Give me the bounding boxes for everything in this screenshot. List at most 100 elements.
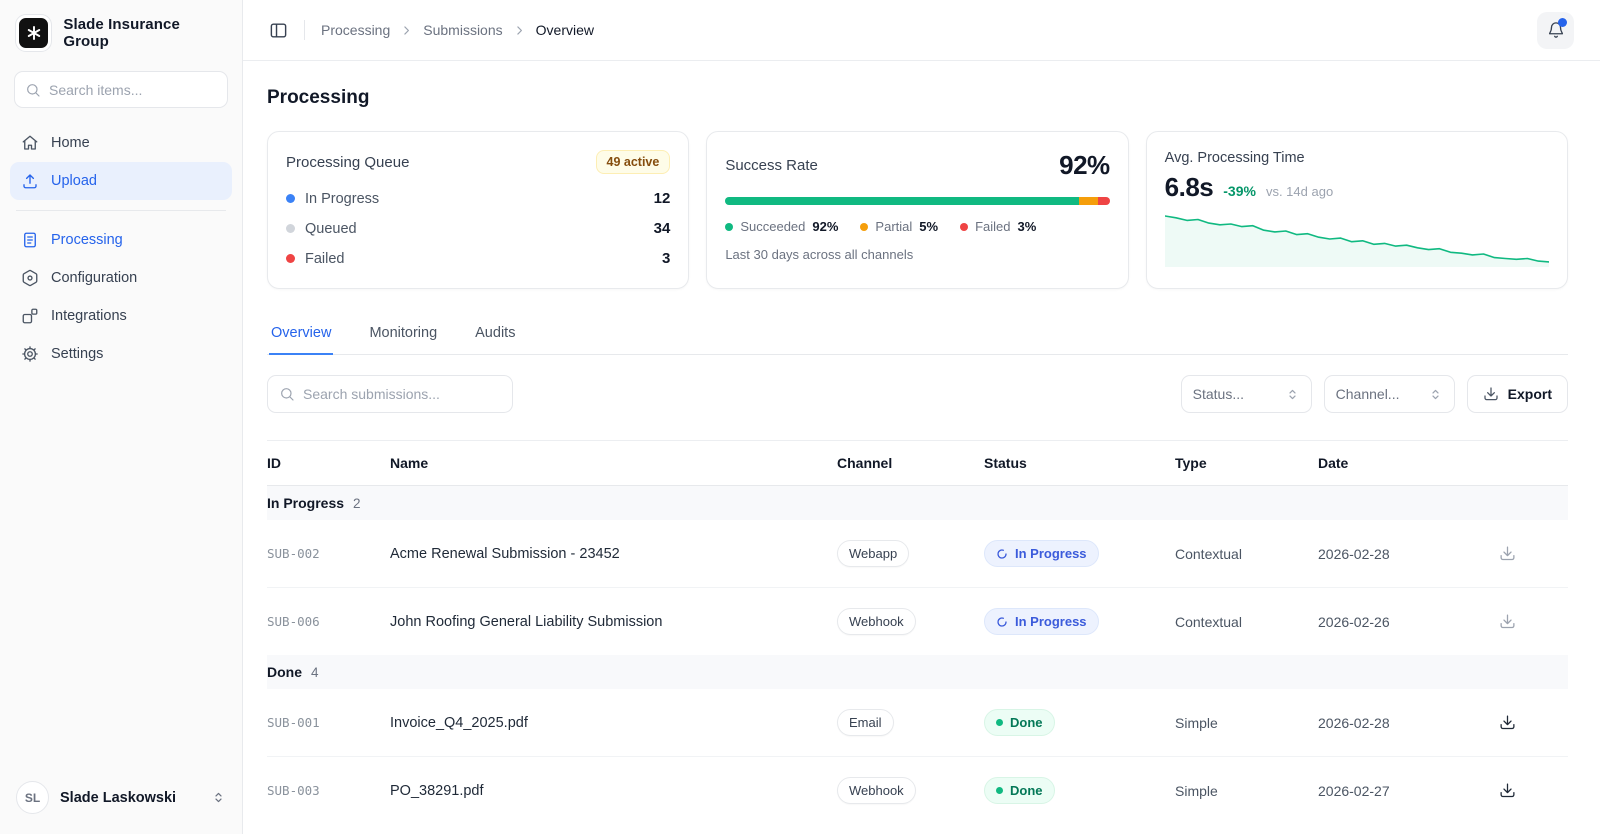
tab-audits[interactable]: Audits [473,319,517,355]
col-id: ID [267,455,281,471]
status-dot [286,224,295,233]
cell-type: Simple [1175,782,1218,799]
sidebar-item-label: Home [51,135,90,151]
cell-status: In Progress [984,520,1175,587]
table-row[interactable]: SUB-001 Invoice_Q4_2025.pdf Email Done Simpl… [267,689,1568,756]
queue-label: Queued [305,220,357,237]
group-label: In Progress [267,495,345,511]
submissions-table: ID Name Channel Status Type Date In Prog… [267,440,1568,824]
cell-type: Contextual [1175,545,1242,562]
sidebar-item-processing[interactable]: Processing [10,221,232,259]
spinner-icon [996,548,1008,560]
status-badge: Done [984,709,1055,736]
queue-label: Failed [305,250,345,267]
legend-label: Partial [875,219,913,234]
table-row[interactable]: SUB-002 Acme Renewal Submission - 23452 We… [267,520,1568,587]
download-icon [1484,387,1498,401]
sidebar-search[interactable] [14,71,228,108]
tab-overview[interactable]: Overview [269,319,334,355]
active-count-badge: 49 active [595,150,671,174]
download-icon[interactable] [1495,545,1519,562]
legend-label: Failed [975,219,1011,234]
chevrons-up-down-icon [1285,387,1300,402]
sidebar-item-label: Processing [51,232,123,248]
user-name: Slade Laskowski [60,789,177,806]
status-dot [286,254,295,263]
cell-type: Contextual [1175,613,1242,630]
topbar: Processing Submissions Overview [243,0,1600,61]
success-rate-value: 92% [1059,150,1110,180]
channel-filter-value: Channel... [1335,386,1400,402]
group-count: 4 [311,664,319,680]
queue-row-failed: Failed 3 [286,250,670,267]
notifications-button[interactable] [1537,11,1574,49]
legend-item-partial: Partial 5% [860,219,938,234]
group-header-in-progress: In Progress 2 [267,486,1568,520]
cell-id: SUB-001 [267,715,320,730]
download-icon[interactable] [1495,782,1519,799]
search-icon [27,83,40,97]
avg-time-card: Avg. Processing Time 6.8s -39% vs. 14d a… [1145,131,1568,289]
sidebar-search-input[interactable] [49,81,217,98]
brand: Slade Insurance Group [0,0,242,63]
main-area: Processing Submissions Overview Processing… [243,0,1600,834]
cell-name: John Roofing General Liability Submissio… [390,613,663,630]
breadcrumb: Processing Submissions Overview [321,22,594,38]
submissions-search-input[interactable] [303,386,501,402]
channel-filter-select[interactable]: Channel... [1323,375,1455,413]
export-button[interactable]: Export [1466,375,1568,413]
group-header-done: Done 4 [267,655,1568,689]
legend-value: 3% [1017,219,1037,234]
avg-time-title: Avg. Processing Time [1164,150,1305,166]
sidebar-item-integrations[interactable]: Integrations [10,297,232,335]
avg-time-delta: -39% [1223,183,1256,199]
stat-cards: Processing Queue 49 active In Progress 12… [267,131,1568,289]
cell-status: Done [984,689,1175,756]
page-title: Processing [267,87,370,108]
breadcrumb-processing[interactable]: Processing [321,22,390,38]
cell-channel: Email [837,689,984,756]
cell-date: 2026-02-26 [1318,613,1390,630]
queue-card-title: Processing Queue [286,153,410,171]
user-menu[interactable]: SL Slade Laskowski [0,765,242,834]
sidebar-toggle-icon[interactable] [269,21,288,40]
breadcrumb-overview: Overview [535,22,594,38]
status-filter-select[interactable]: Status... [1180,375,1312,413]
queue-row-in-progress: In Progress 12 [286,190,670,207]
queue-value: 34 [653,220,671,237]
group-label: Done [267,664,302,680]
cell-name: Acme Renewal Submission - 23452 [390,545,620,562]
download-icon[interactable] [1495,613,1519,630]
cell-date: 2026-02-28 [1318,545,1390,562]
sidebar-item-label: Integrations [51,308,127,324]
cell-id: SUB-003 [267,783,320,798]
sidebar-item-home[interactable]: Home [10,124,232,162]
queue-row-queued: Queued 34 [286,220,670,237]
sidebar-item-upload[interactable]: Upload [10,162,232,200]
status-badge: Done [984,777,1055,804]
table-header-row: ID Name Channel Status Type Date [267,441,1568,486]
table-row[interactable]: SUB-006 John Roofing General Liability Su… [267,587,1568,655]
queue-value: 12 [653,190,671,207]
success-rate-card: Success Rate 92% Succeeded 92% Partial 5% Fa… [706,131,1129,289]
sidebar-item-settings[interactable]: Settings [10,335,232,373]
group-count: 2 [353,495,361,511]
channel-badge: Webapp [837,540,910,567]
table-row[interactable]: SUB-003 PO_38291.pdf Webhook Done Simple 2026… [267,756,1568,824]
cell-channel: Webhook [837,757,984,824]
cell-channel: Webhook [837,588,984,655]
sidebar-item-configuration[interactable]: Configuration [10,259,232,297]
cell-channel: Webapp [837,520,984,587]
topbar-divider [304,20,305,40]
sidebar-divider [16,210,226,211]
file-text-icon [21,231,39,249]
legend-dot [960,222,969,231]
submissions-search[interactable] [267,375,513,413]
download-icon[interactable] [1495,714,1519,731]
breadcrumb-submissions[interactable]: Submissions [423,22,502,38]
queue-value: 3 [661,250,671,267]
tab-monitoring[interactable]: Monitoring [367,319,439,355]
legend-value: 92% [812,219,839,234]
chevrons-up-down-icon [211,790,226,805]
col-channel: Channel [837,455,893,471]
